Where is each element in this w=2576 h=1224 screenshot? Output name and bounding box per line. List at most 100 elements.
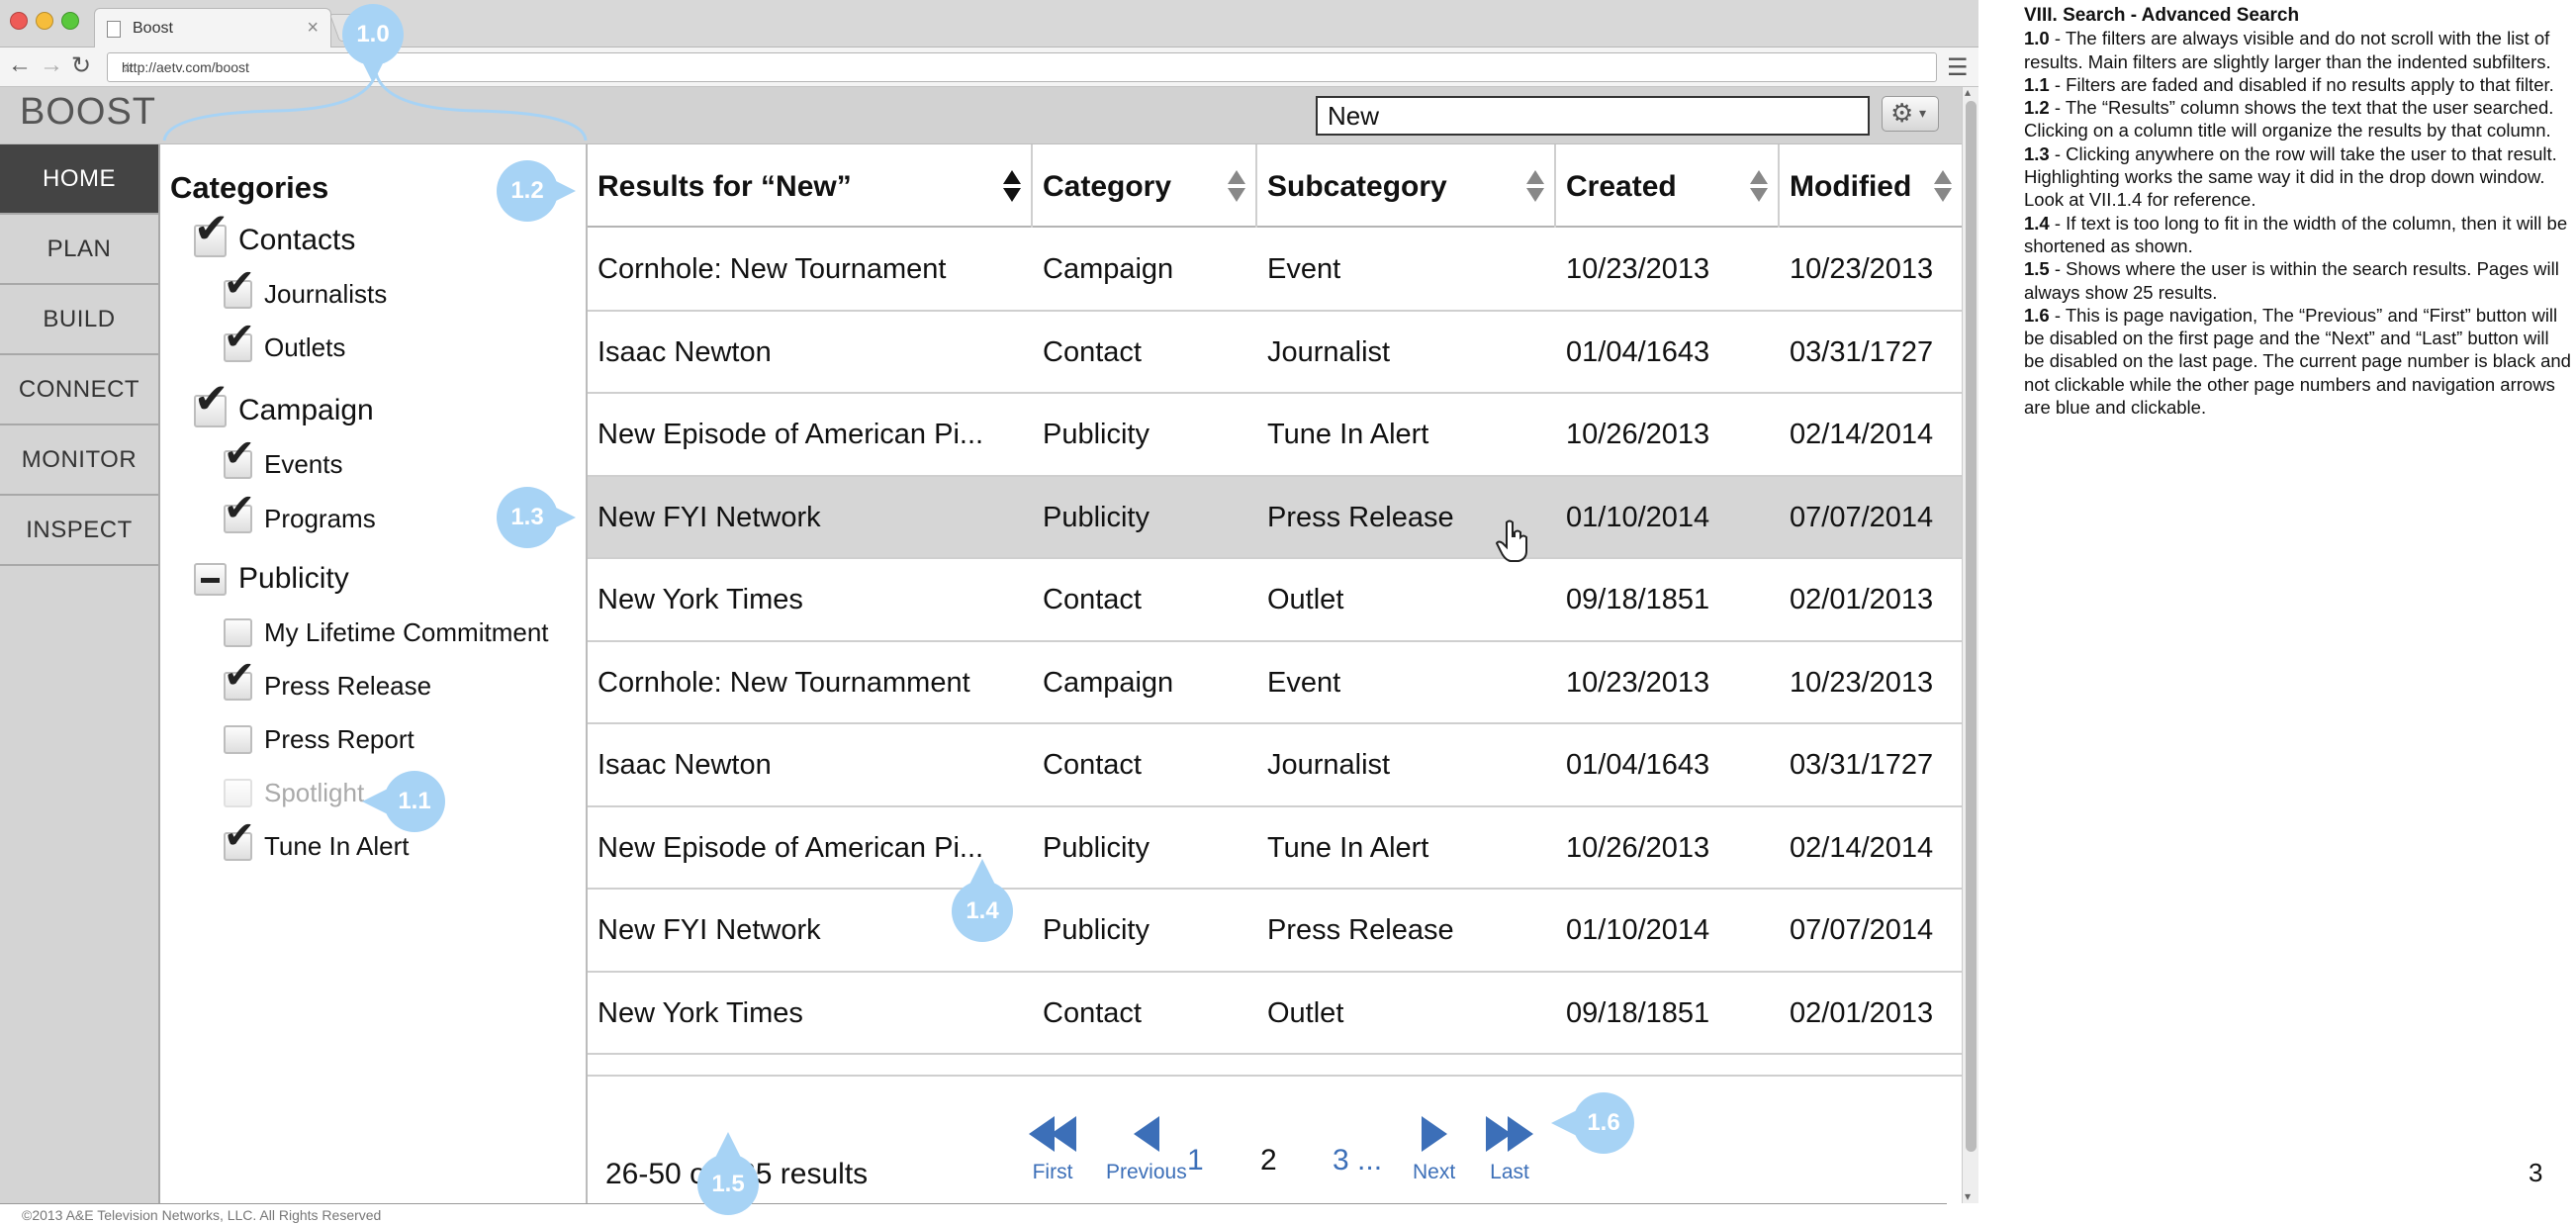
filter-campaign[interactable]: ✔ Campaign <box>194 377 374 427</box>
previous-label: Previous <box>1106 1161 1187 1183</box>
column-header-created[interactable]: Created <box>1556 144 1780 228</box>
filter-programs[interactable]: ✔ Programs <box>224 490 376 534</box>
table-row[interactable]: New FYI Network Publicity Press Release 01/… <box>588 476 1962 559</box>
nav-item-home[interactable]: HOME <box>0 144 158 215</box>
nav-item-plan[interactable]: PLAN <box>0 215 158 285</box>
previous-page-button[interactable]: Previous <box>1106 1116 1187 1184</box>
checkbox-checked[interactable]: ✔ <box>224 817 255 861</box>
filter-my-lifetime-commitment[interactable]: My Lifetime Commitment <box>224 617 549 648</box>
filter-label: Publicity <box>238 562 349 595</box>
note-1-1: 1.1 - Filters are faded and disabled if … <box>2024 73 2554 95</box>
cell-created: 01/10/2014 <box>1566 914 1710 946</box>
next-page-button[interactable]: Next <box>1413 1116 1455 1184</box>
cell-category: Contact <box>1043 335 1142 368</box>
table-row[interactable]: New Episode of American Pi... Publicity Tu… <box>588 807 1962 890</box>
table-row[interactable]: New York Times Contact Outlet 09/18/1851 02/… <box>588 559 1962 642</box>
filter-press-report[interactable]: Press Report <box>224 724 414 755</box>
close-tab-icon[interactable]: × <box>307 17 319 40</box>
cell-subcategory: Tune In Alert <box>1267 419 1429 450</box>
cell-title: New Episode of American Pi... <box>598 831 984 864</box>
sort-arrows-icon[interactable] <box>1003 170 1021 204</box>
back-icon[interactable]: ← <box>8 51 32 79</box>
checkbox-checked[interactable]: ✔ <box>194 377 229 427</box>
cell-created: 01/10/2014 <box>1566 501 1710 533</box>
check-icon: ✔ <box>224 815 255 857</box>
filter-outlets[interactable]: ✔ Outlets <box>224 319 345 363</box>
checkbox-checked[interactable]: ✔ <box>224 265 255 309</box>
scroll-up-icon[interactable]: ▴ <box>1965 85 1971 99</box>
browser-tab[interactable]: Boost × <box>94 8 331 48</box>
tab-bar: Boost × <box>0 0 1978 48</box>
annotation-notes: VIII. Search - Advanced Search 1.0 - The… <box>2024 4 2574 419</box>
checkbox-unchecked[interactable] <box>224 618 252 647</box>
column-header-results[interactable]: Results for “New” <box>588 144 1033 228</box>
reload-icon[interactable]: ↻ <box>71 51 91 80</box>
table-row[interactable]: Cornhole: New Tournamment Campaign Event 10… <box>588 642 1962 724</box>
sort-arrows-icon[interactable] <box>1526 170 1544 204</box>
filter-tune-in-alert[interactable]: ✔ Tune In Alert <box>224 817 409 862</box>
filter-publicity[interactable]: Publicity <box>194 562 349 596</box>
callout-1-6: 1.6 <box>1551 1092 1634 1154</box>
scroll-thumb[interactable] <box>1966 101 1977 1152</box>
scroll-down-icon[interactable]: ▾ <box>1965 1189 1971 1203</box>
callout-1-4: 1.4 <box>952 859 1013 942</box>
page-link-3[interactable]: 3 ... <box>1333 1144 1382 1177</box>
next-label: Next <box>1413 1161 1456 1183</box>
footer: ©2013 A&E Television Networks, LLC. All … <box>0 1203 1947 1224</box>
checkbox-checked[interactable]: ✔ <box>224 490 255 533</box>
page-link-1[interactable]: 1 <box>1187 1144 1204 1177</box>
table-row[interactable]: New FYI Network Publicity Press Release 01/… <box>588 890 1962 973</box>
cell-category: Campaign <box>1043 666 1174 699</box>
page-icon <box>107 21 121 38</box>
cell-modified: 07/07/2014 <box>1790 501 1934 533</box>
cell-category: Publicity <box>1043 419 1150 450</box>
nav-item-inspect[interactable]: INSPECT <box>0 496 158 566</box>
search-input[interactable] <box>1316 96 1870 136</box>
browser-menu-icon[interactable]: ☰ <box>1947 53 1969 82</box>
nav-item-connect[interactable]: CONNECT <box>0 355 158 425</box>
last-page-button[interactable]: Last <box>1486 1116 1533 1184</box>
checkbox-checked[interactable]: ✔ <box>224 435 255 479</box>
checkbox-checked[interactable]: ✔ <box>224 657 255 701</box>
sort-arrows-icon[interactable] <box>1750 170 1768 204</box>
check-icon: ✔ <box>224 317 255 358</box>
minimize-window-button[interactable] <box>36 12 53 30</box>
cell-title: Isaac Newton <box>598 335 772 368</box>
column-header-category[interactable]: Category <box>1033 144 1257 228</box>
checkbox-unchecked[interactable] <box>224 725 252 754</box>
cell-modified: 10/23/2013 <box>1790 666 1934 699</box>
filter-journalists[interactable]: ✔ Journalists <box>224 265 387 310</box>
column-header-modified[interactable]: Modified <box>1780 144 1962 228</box>
sort-arrows-icon[interactable] <box>1934 170 1952 204</box>
column-header-subcategory[interactable]: Subcategory <box>1257 144 1556 228</box>
table-row[interactable]: New York Times Contact Outlet 09/18/1851 02/… <box>588 973 1962 1055</box>
nav-item-build[interactable]: BUILD <box>0 285 158 355</box>
first-page-button[interactable]: First <box>1029 1116 1076 1184</box>
notes-title: VIII. Search - Advanced Search <box>2024 5 2300 26</box>
filter-label: Events <box>264 449 343 479</box>
table-row[interactable]: Isaac Newton Contact Journalist 01/04/1643 0… <box>588 724 1962 807</box>
checkbox-checked[interactable]: ✔ <box>194 207 229 257</box>
forward-icon[interactable]: → <box>40 51 63 79</box>
chevron-down-icon: ▾ <box>1919 105 1927 121</box>
vertical-scrollbar[interactable]: ▴ ▾ <box>1962 85 1978 1203</box>
right-arrow-icon <box>1421 1116 1447 1156</box>
checkbox-checked[interactable]: ✔ <box>224 319 255 362</box>
tab-title: Boost <box>133 20 173 37</box>
cell-modified: 10/23/2013 <box>1790 253 1934 285</box>
filter-contacts[interactable]: ✔ Contacts <box>194 207 355 257</box>
table-row[interactable]: Isaac Newton Contact Journalist 01/04/1643 0… <box>588 312 1962 394</box>
nav-item-monitor[interactable]: MONITOR <box>0 425 158 496</box>
column-title: Subcategory <box>1267 170 1447 203</box>
checkbox-partial[interactable] <box>194 562 227 596</box>
cell-created: 09/18/1851 <box>1566 996 1710 1029</box>
filter-press-release[interactable]: ✔ Press Release <box>224 657 431 702</box>
table-row[interactable]: New Episode of American Pi... Publicity Tu… <box>588 394 1962 477</box>
filter-events[interactable]: ✔ Events <box>224 435 343 480</box>
sort-arrows-icon[interactable] <box>1228 170 1245 204</box>
close-window-button[interactable] <box>10 12 28 30</box>
table-row[interactable]: Cornhole: New Tournament Campaign Event 10/… <box>588 229 1962 312</box>
maximize-window-button[interactable] <box>61 12 79 30</box>
settings-button[interactable]: ⚙ ▾ <box>1882 96 1939 132</box>
gear-icon: ⚙ <box>1890 98 1914 128</box>
